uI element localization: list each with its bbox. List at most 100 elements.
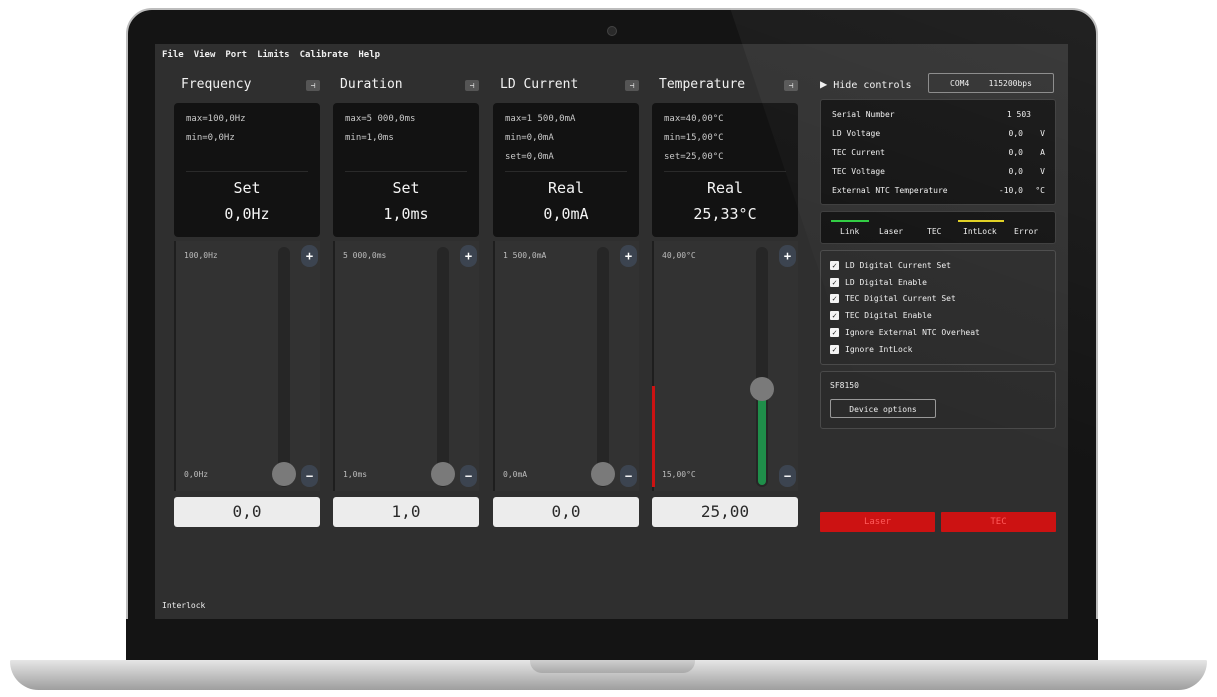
pin-icon[interactable]: ⊣ [784, 80, 798, 91]
info-row: Serial Number 1 503 [832, 110, 1045, 119]
menu-file[interactable]: File [162, 50, 184, 60]
slider-max-label: 40,00°C [662, 251, 696, 260]
info-unit: V [1040, 129, 1045, 138]
checkbox-checked-icon[interactable]: ✓ [830, 345, 839, 354]
readout-display: max=100,0Hz min=0,0Hz Set 0,0Hz [174, 103, 320, 237]
menu-help[interactable]: Help [358, 50, 380, 60]
tec-button[interactable]: TEC [941, 512, 1056, 532]
current-value: 0,0Hz [224, 205, 270, 223]
slider-track[interactable] [437, 247, 449, 487]
panel-title: LD Current [500, 77, 579, 92]
checkbox-checked-icon[interactable]: ✓ [830, 261, 839, 270]
readout-display: max=1 500,0mA min=0,0mA set=0,0mA Real 0… [493, 103, 639, 237]
indicator-error: Error [1014, 227, 1039, 236]
play-icon: ▶ [820, 77, 828, 91]
checkbox-label: Ignore External NTC Overheat [845, 328, 980, 337]
slider-track[interactable] [597, 247, 609, 487]
checkbox-label: TEC Digital Current Set [845, 294, 956, 303]
divider [186, 171, 308, 172]
slider-area: 5 000,0ms 1,0ms + − [333, 241, 479, 491]
info-value: 0,0 [1008, 167, 1023, 176]
hide-controls-button[interactable]: ▶ Hide controls [820, 74, 920, 94]
checkbox-checked-icon[interactable]: ✓ [830, 328, 839, 337]
value-input[interactable]: 0,0 [493, 497, 639, 527]
menu-port[interactable]: Port [225, 50, 247, 60]
pin-icon[interactable]: ⊣ [465, 80, 479, 91]
checkbox-label: Ignore IntLock [845, 345, 913, 354]
limit-max: max=40,00°C [664, 114, 724, 124]
mode-label: Set [233, 179, 261, 197]
laptop-notch [530, 660, 695, 673]
checkbox-ignore-ntc-overheat[interactable]: ✓ Ignore External NTC Overheat [830, 328, 980, 337]
indicator-intlock: IntLock [963, 227, 997, 236]
checkbox-ignore-intlock[interactable]: ✓ Ignore IntLock [830, 345, 912, 354]
laser-button[interactable]: Laser [820, 512, 935, 532]
checkbox-tec-digital-enable[interactable]: ✓ TEC Digital Enable [830, 311, 932, 320]
setpoint: set=25,00°C [664, 152, 724, 162]
laptop-bezel [126, 619, 1098, 660]
panel-duration: Duration ⊣ max=5 000,0ms min=1,0ms Set 1… [333, 77, 481, 527]
info-row: TEC Voltage 0,0 V [832, 167, 1045, 176]
checkbox-checked-icon[interactable]: ✓ [830, 311, 839, 320]
decrement-button[interactable]: − [620, 465, 637, 487]
slider-fill [758, 388, 766, 485]
slider-knob[interactable] [272, 462, 296, 486]
pin-icon[interactable]: ⊣ [625, 80, 639, 91]
limit-min: min=15,00°C [664, 133, 724, 143]
value-input[interactable]: 25,00 [652, 497, 798, 527]
setpoint: set=0,0mA [505, 152, 554, 162]
slider-track[interactable] [278, 247, 290, 487]
checkbox-tec-digital-current-set[interactable]: ✓ TEC Digital Current Set [830, 294, 956, 303]
increment-button[interactable]: + [620, 245, 637, 267]
checkbox-ld-digital-current-set[interactable]: ✓ LD Digital Current Set [830, 261, 951, 270]
checkbox-checked-icon[interactable]: ✓ [830, 278, 839, 287]
menu-limits[interactable]: Limits [257, 50, 290, 60]
increment-button[interactable]: + [779, 245, 796, 267]
checkbox-label: TEC Digital Enable [845, 311, 932, 320]
limit-min: min=0,0mA [505, 133, 554, 143]
info-label: TEC Current [832, 148, 885, 157]
slider-knob[interactable] [591, 462, 615, 486]
info-row: LD Voltage 0,0 V [832, 129, 1045, 138]
value-input[interactable]: 1,0 [333, 497, 479, 527]
current-value: 1,0ms [383, 205, 429, 223]
increment-button[interactable]: + [460, 245, 477, 267]
current-value: 25,33°C [693, 205, 757, 223]
panel-ld-current: LD Current ⊣ max=1 500,0mA min=0,0mA set… [493, 77, 641, 527]
checkbox-checked-icon[interactable]: ✓ [830, 294, 839, 303]
limit-min: min=0,0Hz [186, 133, 235, 143]
baud-rate: 115200bps [988, 79, 1032, 88]
info-label: External NTC Temperature [832, 186, 948, 195]
camera-icon [607, 26, 617, 36]
hide-controls-label: Hide controls [833, 80, 912, 91]
info-row: TEC Current 0,0 A [832, 148, 1045, 157]
app-window: File View Port Limits Calibrate Help Fre… [155, 44, 1068, 619]
info-value: 1 503 [1006, 110, 1031, 119]
checkbox-label: LD Digital Enable [845, 278, 927, 287]
port-selector[interactable]: COM4 115200bps [928, 73, 1054, 93]
limit-max: max=1 500,0mA [505, 114, 576, 124]
decrement-button[interactable]: − [301, 465, 318, 487]
checkbox-ld-digital-enable[interactable]: ✓ LD Digital Enable [830, 278, 927, 287]
mode-label: Real [706, 179, 744, 197]
slider-knob[interactable] [750, 376, 774, 401]
slider-max-label: 1 500,0mA [503, 251, 547, 260]
indicator-tec: TEC [927, 227, 942, 236]
slider-min-label: 0,0Hz [184, 470, 209, 479]
options-checklist: ✓ LD Digital Current Set ✓ LD Digital Enab… [820, 250, 1056, 365]
limit-min: min=1,0ms [345, 133, 394, 143]
decrement-button[interactable]: − [460, 465, 477, 487]
menu-calibrate[interactable]: Calibrate [300, 50, 349, 60]
slider-min-label: 1,0ms [343, 470, 368, 479]
decrement-button[interactable]: − [779, 465, 796, 487]
increment-button[interactable]: + [301, 245, 318, 267]
menu-view[interactable]: View [194, 50, 216, 60]
value-input[interactable]: 0,0 [174, 497, 320, 527]
device-options-button[interactable]: Device options [830, 399, 936, 418]
status-bar-text: Interlock [162, 601, 206, 610]
link-indicator-bar [831, 220, 869, 222]
indicator-laser: Laser [879, 227, 904, 236]
pin-icon[interactable]: ⊣ [306, 80, 320, 91]
slider-area: 40,00°C 15,00°C + − [652, 241, 798, 491]
slider-knob[interactable] [431, 462, 455, 486]
